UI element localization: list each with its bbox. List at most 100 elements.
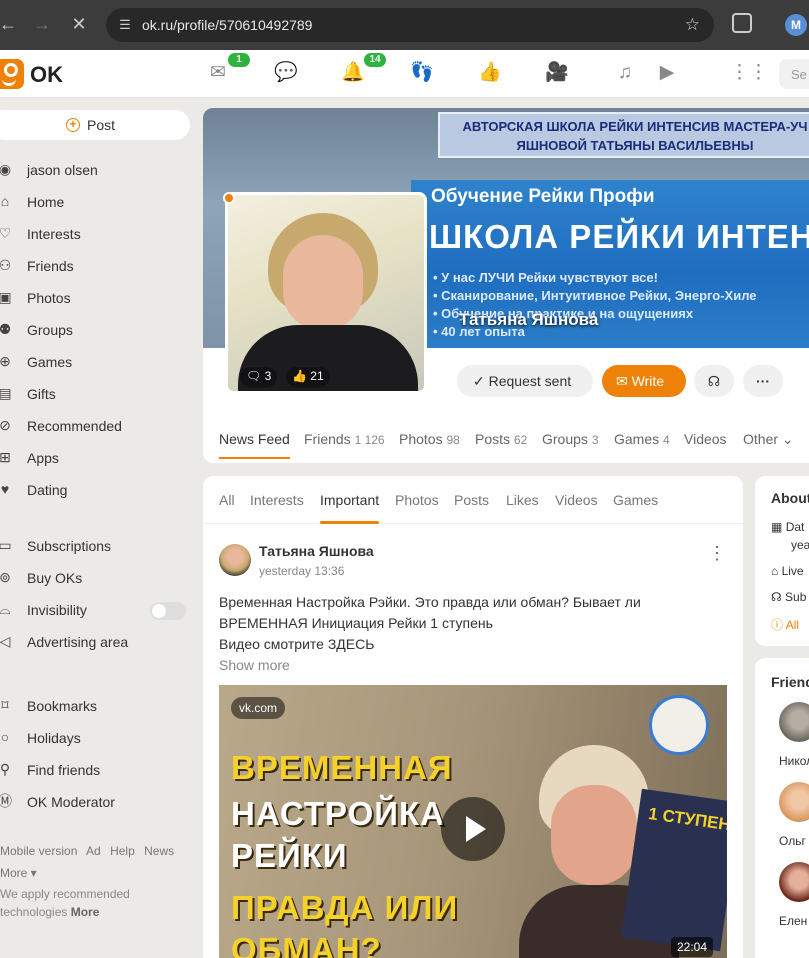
sidebar-item-label: Subscriptions [27,538,112,554]
sidebar-item-bookmarks[interactable]: ⌑ Bookmarks [0,695,200,717]
friend-name[interactable]: Елен [779,914,807,928]
profile-card: АВТОРСКАЯ ШКОЛА РЕЙКИ ИНТЕНСИВ МАСТЕРА-У… [203,108,809,463]
post-author-avatar[interactable] [219,544,251,576]
sidebar-item-dating[interactable]: ♥ Dating [0,479,200,501]
sidebar-item-holidays[interactable]: ○ Holidays [0,727,200,749]
more-actions-button[interactable]: ··· [743,365,783,397]
photo-likes[interactable]: 👍 21 [286,367,330,387]
post-author-name[interactable]: Татьяна Яшнова [259,543,374,559]
tab-label: Videos [684,431,727,447]
tab-news-feed[interactable]: News Feed [219,431,290,459]
bookmark-star-icon[interactable]: ☆ [685,15,700,35]
notifications-bell-icon[interactable]: 🔔 [341,61,365,85]
footer-link[interactable]: Help [110,844,135,858]
footer-link[interactable]: Mobile version [0,844,77,858]
ok-logo-icon[interactable] [0,59,24,89]
back-arrow-icon[interactable]: ← [0,12,20,36]
friends-panel: Friend Никол Ольг Елен [755,658,809,958]
sidebar-item-ok-moderator[interactable]: Ⓜ OK Moderator [0,791,200,813]
about-row-lives: ⌂ Live [771,564,804,578]
address-bar[interactable]: ☰ ok.ru/profile/570610492789 ☆ [106,8,714,42]
invisibility-toggle[interactable] [150,602,186,620]
tab-photos[interactable]: Photos 98 [399,431,460,447]
create-post-button[interactable]: + Post [0,110,190,140]
tab-groups[interactable]: Groups 3 [542,431,599,447]
tab-posts[interactable]: Posts 62 [475,431,527,447]
sidebar-item-apps[interactable]: ⊞ Apps [0,447,200,469]
likes-thumb-icon[interactable]: 👍 [478,61,502,85]
show-more-link[interactable]: Show more [219,657,290,673]
filter-likes[interactable]: Likes [506,492,539,508]
filter-important[interactable]: Important [320,492,380,524]
sidebar-item-label: Games [27,354,73,370]
forward-arrow-icon[interactable]: → [30,12,54,36]
tab-other[interactable]: Other ⌄ [743,431,794,448]
discussions-icon[interactable]: 💬 [274,61,298,85]
sidebar-item-label: Dating [27,482,68,498]
play-icon[interactable] [441,797,505,861]
footer-more-link[interactable]: More [71,905,100,919]
stop-loading-icon[interactable]: ✕ [67,12,91,36]
filter-posts[interactable]: Posts [454,492,489,508]
photo-comments[interactable]: 🗨 3 [240,367,278,387]
gift-icon: ▤ [0,385,12,401]
footer-link[interactable]: More ▾ [0,866,37,880]
sidebar-item-photos[interactable]: ▣ Photos [0,287,200,309]
messages-icon[interactable]: ✉ [206,61,230,85]
sidebar-item-games[interactable]: ⊕ Games [0,351,200,373]
sidebar-item-subscriptions[interactable]: ▭ Subscriptions [0,535,200,557]
footer-link[interactable]: Ad [86,844,101,858]
request-sent-button[interactable]: ✓ Request sent [457,365,593,397]
search-input[interactable]: Se [779,59,809,89]
post-timestamp[interactable]: yesterday 13:36 [259,564,344,578]
browser-profile-avatar[interactable]: M [785,14,807,36]
site-settings-icon[interactable]: ☰ [116,16,134,34]
sidebar-item-gifts[interactable]: ▤ Gifts [0,383,200,405]
write-button[interactable]: ✉ Write [602,365,686,397]
extensions-icon[interactable] [732,13,752,33]
tab-friends[interactable]: Friends 1 126 [304,431,385,447]
filter-interests[interactable]: Interests [250,492,304,508]
video-camera-icon[interactable]: 🎥 [545,61,569,85]
about-all-link[interactable]: ⓘ All [771,616,799,633]
about-row-text: Dat [785,520,805,534]
sidebar-item-label: Bookmarks [27,698,98,714]
friend-avatar[interactable] [779,862,809,902]
sidebar-item-friends[interactable]: ⚇ Friends [0,255,200,277]
sidebar-item-interests[interactable]: ♡ Interests [0,223,200,245]
music-note-icon[interactable]: ♫ [613,61,637,85]
profile-tabs: News Feed Friends 1 126 Photos 98 Posts … [203,413,809,463]
friend-name[interactable]: Никол [779,754,809,768]
post-video[interactable]: 1 СТУПЕН ВРЕМЕННАЯ НАСТРОЙКА РЕЙКИ ПРАВД… [219,685,727,958]
sidebar-item-advertising[interactable]: ◁ Advertising area [0,631,200,653]
filter-photos[interactable]: Photos [395,492,439,508]
sidebar-item-home[interactable]: ⌂ Home [0,191,200,213]
video-play-icon[interactable]: ▶ [655,61,679,85]
groups-icon: ⚉ [0,321,12,337]
apps-grid-icon[interactable]: ⋮⋮ [730,61,768,85]
post-menu-icon[interactable]: ⋮ [708,544,726,564]
sidebar-item-invisibility[interactable]: ⌓ Invisibility [0,599,200,621]
tab-games[interactable]: Games 4 [614,431,670,447]
friend-avatar[interactable] [779,702,809,742]
friend-name[interactable]: Ольг [779,834,806,848]
profile-name: Татьяна Яшнова [459,310,599,329]
sidebar-item-groups[interactable]: ⚉ Groups [0,319,200,341]
profile-photo[interactable]: 🗨 3 👍 21 [225,192,427,394]
sidebar-item-buy-oks[interactable]: ⊚ Buy OKs [0,567,200,589]
site-header: OK ✉ 1 💬 🔔 14 👣 👍 🎥 ♫ ▶ ⋮⋮ Se [0,50,809,98]
url-text[interactable]: ok.ru/profile/570610492789 [142,17,312,33]
subscribe-rss-button[interactable]: ☊ [694,365,734,397]
sidebar-item-find-friends[interactable]: ⚲ Find friends [0,759,200,781]
guests-footprints-icon[interactable]: 👣 [410,61,434,85]
filter-videos[interactable]: Videos [555,492,598,508]
sidebar-item-label: Buy OKs [27,570,83,586]
sidebar-item-recommended[interactable]: ⊘ Recommended [0,415,200,437]
tab-videos[interactable]: Videos [684,431,727,447]
sidebar-item-profile[interactable]: ◉ jason olsen [0,159,200,181]
ok-logo-text[interactable]: OK [30,62,63,88]
friend-avatar[interactable] [779,782,809,822]
filter-all[interactable]: All [219,492,235,508]
filter-games[interactable]: Games [613,492,658,508]
footer-link[interactable]: News [144,844,174,858]
